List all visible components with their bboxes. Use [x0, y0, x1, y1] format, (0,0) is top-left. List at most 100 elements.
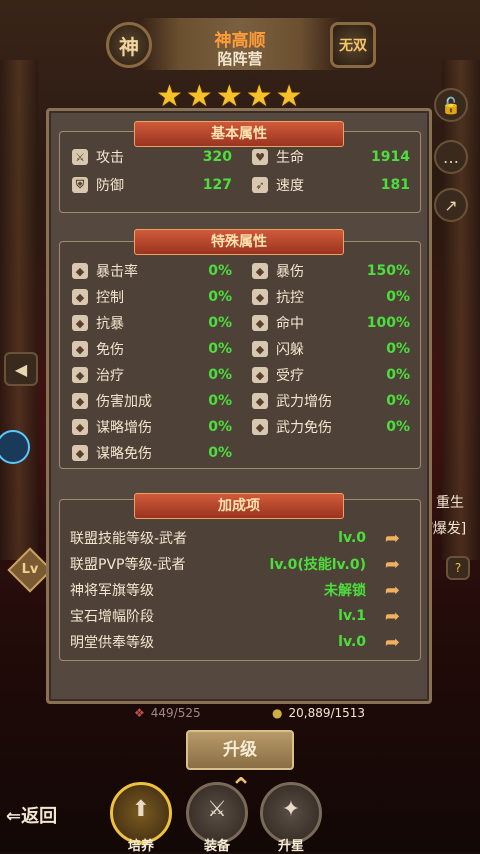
special-stat-row: ◆ 治疗 0%: [72, 364, 232, 386]
bonus-row[interactable]: 宝石增幅阶段 lv.1 ➦: [70, 604, 410, 628]
help-icon[interactable]: ?: [446, 556, 470, 580]
stat-speed: ➶ 速度 181: [252, 174, 410, 196]
tab-cultivate[interactable]: ⬆ 培养: [110, 782, 172, 854]
stat-label: 暴伤: [276, 264, 304, 280]
rebirth-label: 重生: [436, 495, 464, 511]
bonus-label: 宝石增幅阶段: [70, 609, 154, 625]
bottom-nav: ⇐返回 ⬆ 培养 ⚔ 装备 ✦ 升星: [0, 780, 480, 854]
stat-label: 谋略增伤: [96, 420, 152, 436]
special-stat-row: ◆ 暴伤 150%: [252, 260, 410, 282]
sword-icon: ⚔: [72, 149, 88, 165]
share-icon[interactable]: ↗: [434, 188, 468, 222]
back-arrow-icon: ⇐: [6, 806, 22, 827]
special-stat-row: ◆ 命中 100%: [252, 312, 410, 334]
tab-equipment[interactable]: ⚔ 装备: [186, 782, 248, 854]
goto-arrow-icon[interactable]: ➦: [385, 554, 400, 575]
stat-label: 受疗: [276, 368, 304, 384]
stat-value: 0%: [386, 289, 410, 305]
star-up-icon: ✦: [281, 797, 301, 822]
left-arrow-icon[interactable]: ◀: [4, 352, 38, 386]
stat-label: 谋略免伤: [96, 446, 152, 462]
skill-point-value: 449/525: [150, 706, 201, 720]
tab-label: 升星: [277, 839, 304, 854]
bonus-label: 明堂供奉等级: [70, 635, 154, 651]
stat-value: 0%: [208, 263, 232, 279]
control-icon: ◆: [72, 289, 88, 305]
anti-crit-icon: ◆: [72, 315, 88, 331]
chat-icon[interactable]: …: [434, 140, 468, 174]
stat-hp: ♥ 生命 1914: [252, 146, 410, 168]
stat-value: 0%: [208, 341, 232, 357]
stat-label: 伤害加成: [96, 394, 152, 410]
special-stat-row: ◆ 免伤 0%: [72, 338, 232, 360]
damage-bonus-icon: ◆: [72, 393, 88, 409]
force-reduce-icon: ◆: [252, 419, 268, 435]
burst-label: /爆发]: [428, 521, 467, 537]
stat-attack: ⚔ 攻击 320: [72, 146, 232, 168]
upgrade-arrow-icon: ⬆: [131, 797, 151, 822]
hero-header: 神 神高顺 陷阵营 无双: [0, 0, 480, 80]
special-stat-row: ◆ 控制 0%: [72, 286, 232, 308]
crit-damage-icon: ◆: [252, 263, 268, 279]
bonus-label: 联盟PVP等级-武者: [70, 557, 186, 573]
stat-label: 控制: [96, 290, 124, 306]
special-stat-row: ◆ 抗控 0%: [252, 286, 410, 308]
bonus-box: 联盟技能等级-武者 lv.0 ➦ 联盟PVP等级-武者 lv.0(技能lv.0) ➦ 神将军…: [59, 499, 421, 661]
special-stat-row: ◆ 谋略增伤 0%: [72, 416, 232, 438]
tab-star-up[interactable]: ✦ 升星: [260, 782, 322, 854]
boot-icon: ➶: [252, 177, 268, 193]
special-stat-row: ◆ 武力增伤 0%: [252, 390, 410, 412]
stat-label: 武力增伤: [276, 394, 332, 410]
stat-value: 181: [380, 177, 410, 193]
special-stat-row: ◆ 暴击率 0%: [72, 260, 232, 282]
stat-value: 0%: [386, 367, 410, 383]
special-stat-row: ◆ 伤害加成 0%: [72, 390, 232, 412]
skill-point-icon: ❖: [134, 706, 145, 720]
crossed-swords-icon: ⚔: [207, 797, 227, 822]
coin-icon: ●: [272, 706, 283, 720]
stat-value: 0%: [208, 315, 232, 331]
resource-counters: ❖ 449/525 ● 20,889/1513: [0, 706, 480, 726]
special-attributes-box: ◆ 暴击率 0% ◆ 暴伤 150% ◆ 控制 0% ◆ 抗控 0% ◆ 抗暴 0% ◆ 命中 100% ◆ 免伤 0%…: [59, 241, 421, 469]
stat-label: 速度: [276, 178, 304, 194]
bonus-value: lv.0: [338, 530, 366, 546]
stat-value: 150%: [366, 263, 410, 279]
bonus-label: 神将军旗等级: [70, 583, 154, 599]
goto-arrow-icon[interactable]: ➦: [385, 632, 400, 653]
bonus-value: lv.0(技能lv.0): [269, 557, 366, 573]
wushuang-badge[interactable]: 无双: [330, 22, 376, 68]
strategy-damage-icon: ◆: [72, 419, 88, 435]
stat-value: 100%: [366, 315, 410, 331]
bonus-row[interactable]: 神将军旗等级 未解锁 ➦: [70, 578, 410, 602]
goto-arrow-icon[interactable]: ➦: [385, 528, 400, 549]
stat-defense: ⛨ 防御 127: [72, 174, 232, 196]
dodge-icon: ◆: [252, 341, 268, 357]
bonus-label: 联盟技能等级-武者: [70, 531, 188, 547]
special-stat-row: ◆ 抗暴 0%: [72, 312, 232, 334]
tab-label: 培养: [127, 839, 154, 854]
stat-value: 0%: [386, 341, 410, 357]
upgrade-button[interactable]: 升级: [186, 730, 294, 770]
back-button[interactable]: ⇐返回: [6, 802, 57, 828]
bonus-row[interactable]: 联盟PVP等级-武者 lv.0(技能lv.0) ➦: [70, 552, 410, 576]
goto-arrow-icon[interactable]: ➦: [385, 606, 400, 627]
bonus-value: lv.0: [338, 634, 366, 650]
lock-icon[interactable]: 🔓: [434, 88, 468, 122]
goto-arrow-icon[interactable]: ➦: [385, 580, 400, 601]
bonus-row[interactable]: 联盟技能等级-武者 lv.0 ➦: [70, 526, 410, 550]
coin-value: 20,889/1513: [288, 706, 366, 720]
pillar-right: [442, 60, 480, 560]
heart-icon: ♥: [252, 149, 268, 165]
special-stat-row: ◆ 受疗 0%: [252, 364, 410, 386]
special-stat-row: ◆ 闪躲 0%: [252, 338, 410, 360]
stat-label: 暴击率: [96, 264, 138, 280]
strategy-reduce-icon: ◆: [72, 445, 88, 461]
stat-label: 命中: [276, 316, 304, 332]
special-attributes-title: 特殊属性: [134, 229, 344, 255]
special-stat-row: ◆ 武力免伤 0%: [252, 416, 410, 438]
stat-label: 闪躲: [276, 342, 304, 358]
basic-attributes-title: 基本属性: [134, 121, 344, 147]
stat-label: 治疗: [96, 368, 124, 384]
coin-counter: ● 20,889/1513: [272, 706, 365, 720]
bonus-row[interactable]: 明堂供奉等级 lv.0 ➦: [70, 630, 410, 654]
